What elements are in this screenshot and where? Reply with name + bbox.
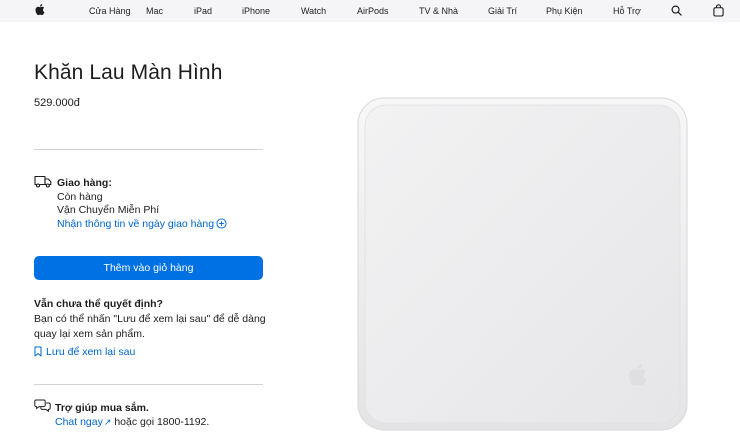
nav-item-entertainment[interactable]: Giải Trí (488, 5, 517, 17)
nav-item-iphone[interactable]: iPhone (242, 5, 270, 17)
truck-icon (34, 175, 52, 193)
add-to-bag-button[interactable]: Thêm vào giỏ hàng (34, 256, 263, 280)
product-price: 529.000đ (34, 97, 80, 109)
shipping-info: Vận Chuyển Miễn Phí (57, 204, 160, 216)
undecided-title: Vẫn chưa thể quyết định? (34, 298, 163, 310)
arrow-up-right-icon: ↗ (103, 417, 112, 427)
chat-now-label: Chat ngay (55, 416, 103, 428)
save-for-later-link[interactable]: Lưu để xem lại sau (34, 346, 135, 360)
nav-item-store[interactable]: Cửa Hàng (89, 5, 131, 17)
product-page: Cửa Hàng Mac iPad iPhone Watch AirPods T… (0, 0, 740, 439)
bookmark-icon (34, 346, 42, 360)
global-nav: Cửa Hàng Mac iPad iPhone Watch AirPods T… (0, 0, 740, 22)
delivery-date-link[interactable]: Nhận thông tin về ngày giao hàng (57, 218, 227, 232)
nav-item-accessories[interactable]: Phụ Kiện (546, 5, 583, 17)
shopping-help-title: Trợ giúp mua sắm. (55, 402, 149, 414)
plus-circle-icon (216, 218, 227, 232)
product-title: Khăn Lau Màn Hình (34, 61, 223, 84)
undecided-description: Bạn có thể nhấn "Lưu để xem lại sau" để … (34, 313, 266, 340)
nav-item-watch[interactable]: Watch (301, 5, 326, 17)
nav-item-ipad[interactable]: iPad (194, 5, 212, 17)
save-for-later-label: Lưu để xem lại sau (46, 346, 136, 358)
nav-item-support[interactable]: Hỗ Trợ (613, 5, 641, 17)
stock-status: Còn hàng (57, 191, 103, 203)
apple-logo-icon[interactable] (34, 3, 45, 16)
delivery-date-link-label: Nhận thông tin về ngày giao hàng (57, 218, 215, 230)
divider (34, 384, 263, 385)
nav-item-tv-home[interactable]: TV & Nhà (419, 5, 458, 17)
call-text: hoặc gọi 1800-1192. (114, 416, 210, 428)
nav-item-mac[interactable]: Mac (146, 5, 163, 17)
polishing-cloth-image (356, 96, 689, 432)
nav-item-airpods[interactable]: AirPods (357, 5, 389, 17)
search-icon[interactable] (671, 5, 682, 16)
shopping-bag-icon[interactable] (713, 4, 724, 17)
divider (34, 149, 263, 150)
chat-bubbles-icon (34, 399, 51, 417)
shopping-help-contact: Chat ngay↗ hoặc gọi 1800-1192. (55, 416, 209, 428)
delivery-title: Giao hàng: (57, 177, 112, 189)
chat-now-link[interactable]: Chat ngay↗ (55, 416, 111, 428)
